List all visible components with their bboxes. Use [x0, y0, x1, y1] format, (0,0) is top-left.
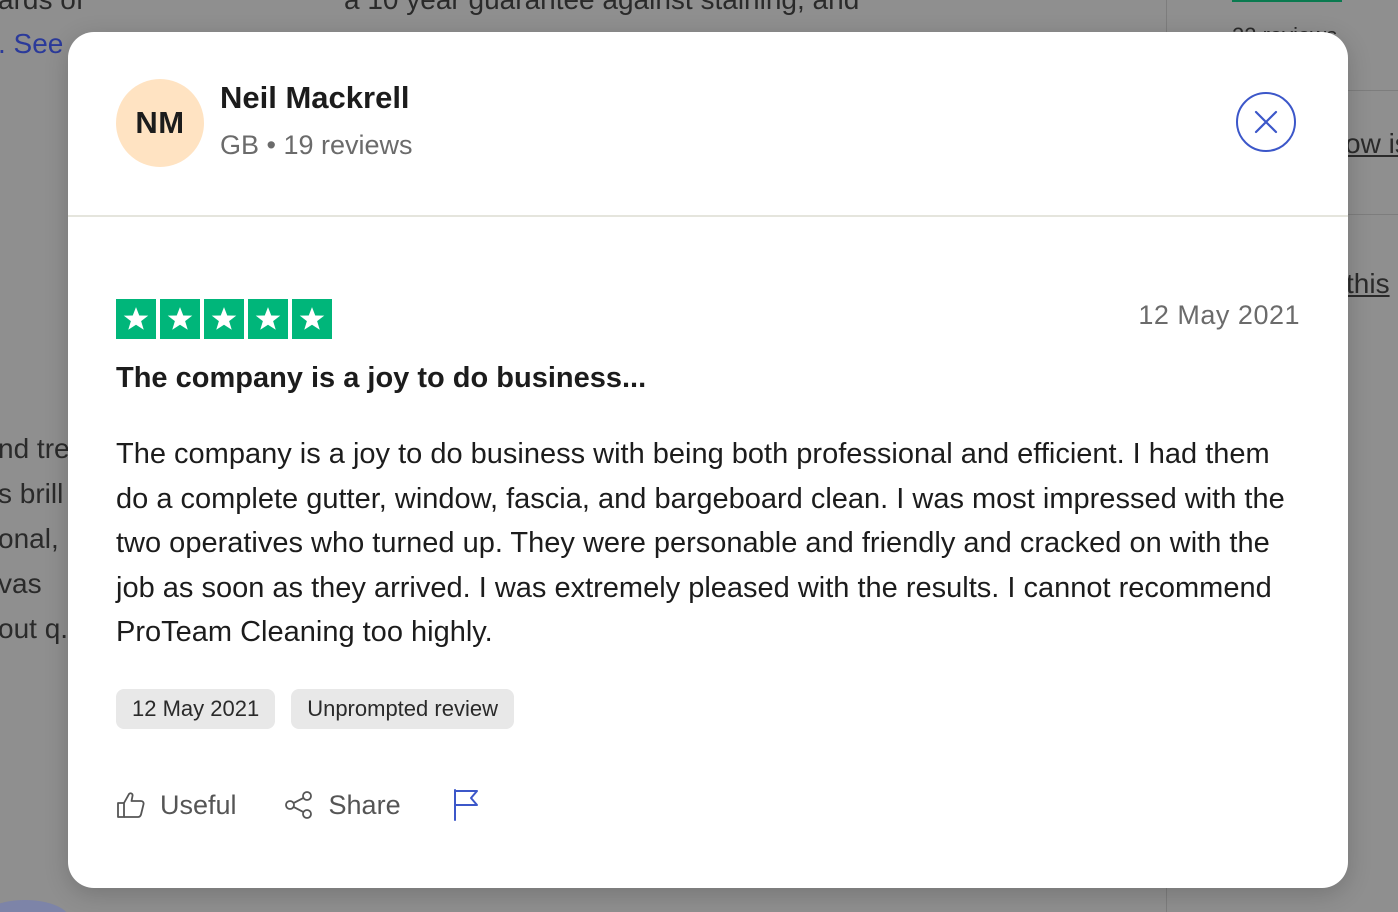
useful-label: Useful [160, 789, 237, 820]
report-button[interactable] [451, 788, 481, 822]
bg-text-fragment: s brill [0, 478, 64, 509]
bg-text-fragment: vas [0, 568, 42, 599]
reviewer-name: Neil Mackrell [220, 80, 410, 115]
close-button[interactable] [1236, 92, 1296, 152]
share-label: Share [328, 789, 401, 820]
useful-button[interactable]: Useful [116, 790, 237, 821]
bg-text-fragment: ow is [1345, 128, 1398, 159]
share-icon [284, 791, 312, 819]
modal-header: NM Neil Mackrell GB • 19 reviews [68, 32, 1348, 217]
star-icon [204, 299, 244, 339]
bg-text-fragment: ards of [0, 0, 84, 22]
star-icon [160, 299, 200, 339]
bg-see-more-link: . See [0, 28, 64, 59]
review-tags: 12 May 2021 Unprompted review [116, 689, 514, 729]
review-body: The company is a joy to do business with… [116, 438, 1285, 649]
star-icon [292, 299, 332, 339]
share-button[interactable]: Share [283, 790, 401, 821]
bg-text-fragment: nd tre [0, 433, 70, 464]
bg-text-fragment: onal, [0, 523, 59, 554]
date-tag: 12 May 2021 [116, 689, 276, 729]
bg-avatar [0, 900, 70, 912]
close-icon [1254, 110, 1278, 134]
thumbs-up-icon [117, 792, 145, 818]
star-icon [116, 299, 156, 339]
star-rating [116, 299, 332, 339]
bg-text-fragment: a 10 year guarantee against staining, an… [344, 0, 859, 22]
review-date: 12 May 2021 [1138, 300, 1300, 330]
bg-text-fragment: this [1346, 268, 1390, 299]
bg-rating-bar [1232, 0, 1342, 2]
review-modal: NM Neil Mackrell GB • 19 reviews 12 May … [68, 32, 1348, 888]
avatar: NM [116, 79, 204, 167]
reviewer-meta: GB • 19 reviews [220, 130, 413, 160]
bg-text-fragment: out q. [0, 613, 69, 644]
star-icon [248, 299, 288, 339]
review-title: The company is a joy to do business... [116, 362, 647, 394]
review-actions: Useful Share [116, 788, 481, 822]
flag-icon [453, 789, 478, 821]
unprompted-review-tag: Unprompted review [291, 689, 514, 729]
